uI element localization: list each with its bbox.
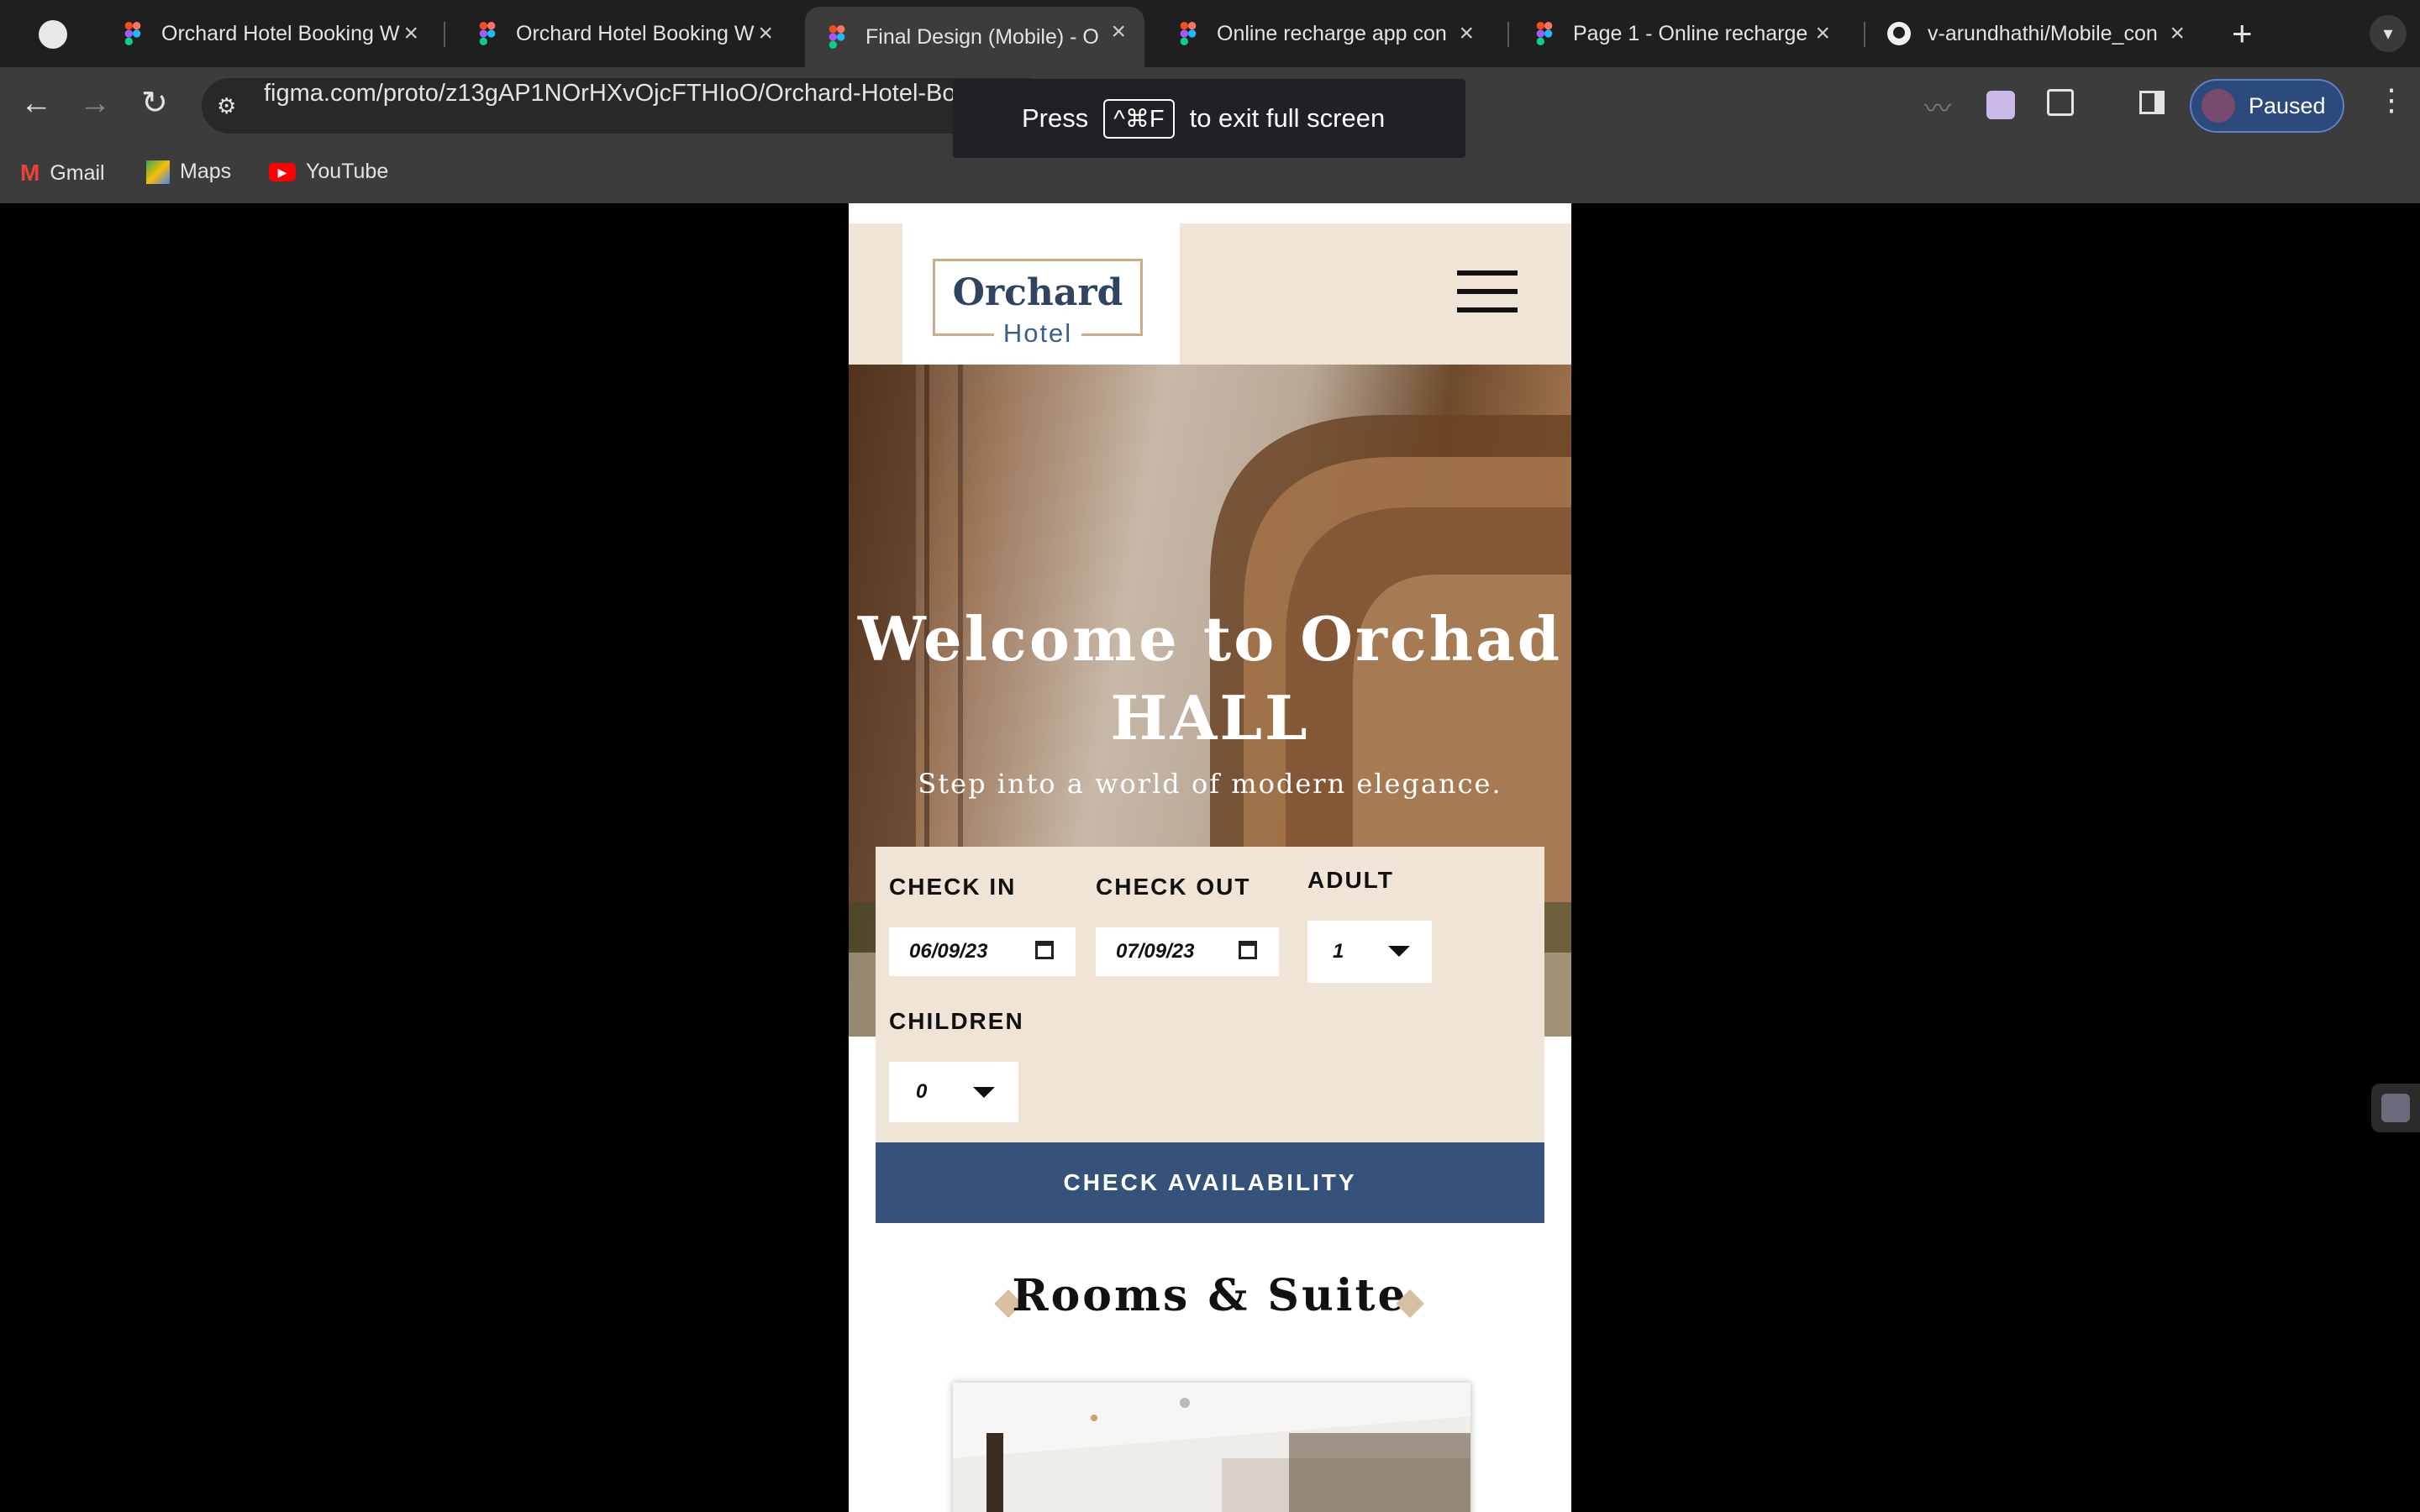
checkout-label: CHECK OUT	[1096, 874, 1251, 900]
tab-5[interactable]: Page 1 - Online recharge ×	[1512, 8, 1849, 59]
figma-icon	[124, 22, 141, 45]
close-tab-icon[interactable]: ×	[758, 21, 773, 46]
room-photo	[953, 1383, 1470, 1512]
adult-value: 1	[1333, 940, 1344, 963]
side-panel-icon[interactable]	[2139, 91, 2165, 114]
figma-icon	[829, 25, 845, 49]
extension-badge-icon	[2381, 1094, 2410, 1122]
checkout-field[interactable]: 07/09/23	[1096, 927, 1279, 976]
tab-list-icon[interactable]: ▾	[2370, 15, 2407, 52]
checkin-field[interactable]: 06/09/23	[889, 927, 1076, 976]
checkin-label: CHECK IN	[889, 874, 1017, 900]
bookmark-maps[interactable]: Maps	[146, 160, 231, 184]
check-availability-button[interactable]: CHECK AVAILABILITY	[876, 1142, 1544, 1223]
adult-label: ADULT	[1307, 867, 1394, 893]
avatar	[2202, 89, 2235, 123]
profile-status: Paused	[2249, 92, 2326, 118]
tab-strip: Orchard Hotel Booking W × Orchard Hotel …	[0, 0, 2420, 67]
close-tab-icon[interactable]: ×	[1459, 21, 1474, 46]
checkout-value: 07/09/23	[1116, 940, 1195, 963]
fullscreen-notice: Press ^⌘F to exit full screen	[953, 79, 1465, 158]
tab-title: v-arundhathi/Mobile_con	[1928, 21, 2158, 45]
github-icon	[1887, 22, 1911, 45]
figma-icon	[1536, 22, 1553, 45]
bookmark-label: Maps	[180, 160, 232, 183]
dropdown-arrow-icon	[973, 1087, 995, 1098]
close-tab-icon[interactable]: ×	[403, 21, 418, 46]
hamburger-menu-icon[interactable]	[1457, 270, 1518, 316]
tab-divider	[1507, 22, 1509, 47]
hero-title: Welcome to Orchad HALL	[849, 600, 1571, 758]
room-image[interactable]	[953, 1383, 1470, 1512]
youtube-icon: ▶	[269, 162, 296, 181]
tab-divider	[1864, 22, 1865, 47]
calendar-icon[interactable]	[1035, 941, 1054, 959]
hero-title-line1: Welcome to Orchad	[857, 603, 1563, 675]
bookmark-youtube[interactable]: ▶ YouTube	[269, 160, 388, 184]
figma-icon	[1180, 22, 1197, 45]
bookmark-label: Gmail	[50, 160, 105, 185]
dropdown-arrow-icon	[1388, 946, 1410, 957]
profile-button[interactable]: Paused	[2190, 79, 2344, 133]
tab-1[interactable]: Orchard Hotel Booking W ×	[101, 8, 437, 59]
tab-2[interactable]: Orchard Hotel Booking W ×	[455, 8, 792, 59]
tab-title: Orchard Hotel Booking W	[161, 21, 400, 45]
checkin-value: 06/09/23	[909, 940, 988, 963]
tab-title: Online recharge app con	[1217, 21, 1447, 45]
logo-main-text: Orchard	[952, 271, 1123, 314]
tab-divider	[444, 22, 445, 47]
fullscreen-shortcut: ^⌘F	[1103, 98, 1175, 139]
children-label: CHILDREN	[889, 1008, 1024, 1034]
bookmark-label: YouTube	[306, 160, 389, 183]
tab-4[interactable]: Online recharge app con ×	[1156, 8, 1492, 59]
forward-icon[interactable]: →	[79, 86, 111, 122]
bookmark-gmail[interactable]: M Gmail	[20, 160, 105, 186]
extensions-puzzle-icon[interactable]	[2047, 89, 2074, 116]
site-header: Orchard Hotel	[849, 223, 1571, 365]
site-info-icon[interactable]: ⚙	[217, 93, 242, 118]
figma-icon	[479, 22, 496, 45]
tab-6[interactable]: v-arundhathi/Mobile_con ×	[1867, 8, 2203, 59]
floating-extension-icon[interactable]	[2371, 1084, 2420, 1132]
reload-icon[interactable]: ↻	[141, 84, 168, 122]
logo[interactable]: Orchard Hotel	[902, 223, 1180, 365]
close-tab-icon[interactable]: ×	[2170, 21, 2185, 46]
tab-title: Final Design (Mobile) - O	[865, 24, 1099, 49]
logo-sub-text: Hotel	[994, 320, 1081, 347]
tab-search-icon[interactable]	[39, 20, 67, 49]
extension-app-icon[interactable]	[1986, 91, 2015, 119]
calendar-icon[interactable]	[1239, 941, 1257, 959]
rooms-section-title: Rooms & Suite	[1012, 1270, 1408, 1321]
mobile-prototype-frame: Orchard Hotel Welcome to Orchad HALL Ste…	[849, 203, 1571, 1512]
fullscreen-press-text: Press	[1022, 103, 1089, 133]
back-icon[interactable]: ←	[20, 86, 52, 122]
menu-kebab-icon[interactable]: ⋮	[2376, 82, 2407, 118]
hero-subtitle: Step into a world of modern elegance.	[918, 768, 1502, 800]
logo-frame: Orchard Hotel	[933, 259, 1143, 347]
booking-form: CHECK IN 06/09/23 CHECK OUT 07/09/23 ADU…	[876, 847, 1544, 1142]
tab-title: Orchard Hotel Booking W	[516, 21, 755, 45]
gmail-icon: M	[20, 160, 40, 186]
close-tab-icon[interactable]: ×	[1815, 21, 1830, 46]
adult-select[interactable]: 1	[1307, 921, 1432, 983]
children-select[interactable]: 0	[889, 1062, 1018, 1122]
extension-audio-icon[interactable]: 〰	[1924, 87, 1951, 126]
tab-3-active[interactable]: Final Design (Mobile) - O ×	[805, 7, 1144, 67]
tab-title: Page 1 - Online recharge	[1573, 21, 1808, 45]
maps-icon	[146, 160, 170, 184]
new-tab-icon[interactable]: +	[2232, 13, 2253, 54]
children-value: 0	[916, 1080, 928, 1103]
close-tab-icon[interactable]: ×	[1111, 19, 1126, 45]
fullscreen-exit-text: to exit full screen	[1189, 103, 1386, 133]
hero-title-line2: HALL	[1110, 682, 1310, 753]
